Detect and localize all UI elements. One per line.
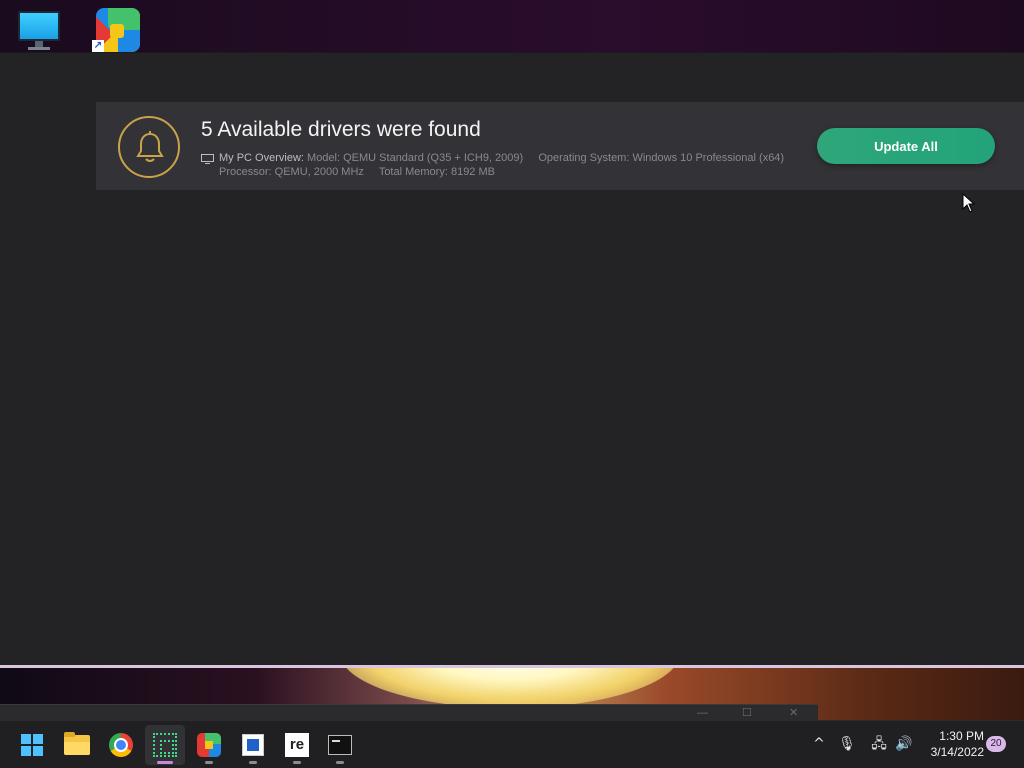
clock[interactable]: 1:30 PM 3/14/2022 [920, 728, 984, 760]
active-indicator [157, 761, 173, 764]
notification-badge[interactable]: 20 [986, 736, 1006, 752]
this-pc-desktop-icon[interactable] [16, 8, 64, 52]
bell-icon [118, 116, 180, 178]
maximize-icon[interactable]: ☐ [742, 708, 752, 719]
taskbar: re ^ 🎙 🖧 🔊 1:30 PM 3/14/2022 20 [0, 720, 1024, 768]
drivers-found-banner: 5 Available drivers were found My PC Ove… [96, 102, 1024, 190]
banner-title: 5 Available drivers were found [201, 118, 481, 141]
clock-date: 3/14/2022 [930, 745, 984, 759]
pc-overview-icon [201, 154, 214, 164]
pc-overview-line-1: My PC Overview: Model: QEMU Standard (Q3… [219, 152, 784, 164]
clock-time: 1:30 PM [939, 729, 984, 743]
volume-icon[interactable]: 🔊 [893, 733, 915, 755]
re-icon: re [285, 733, 309, 757]
taskbar-driver-app[interactable] [189, 725, 229, 765]
os-value: Windows 10 Professional (x64) [632, 152, 785, 164]
terminal-icon [328, 735, 352, 755]
taskbar-terminal[interactable] [320, 725, 360, 765]
memory-label: Total Memory: [378, 166, 448, 178]
memory-value: 8192 MB [450, 166, 495, 178]
running-indicator [293, 761, 301, 764]
running-indicator [249, 761, 257, 764]
start-button[interactable] [12, 725, 52, 765]
microphone-icon[interactable]: 🎙 [836, 733, 858, 755]
colorful-tile-icon [197, 733, 221, 757]
dotted-grid-icon [153, 733, 177, 757]
taskbar-chrome[interactable] [101, 725, 141, 765]
model-value: QEMU Standard (Q35 + ICH9, 2009) [343, 152, 524, 164]
mouse-cursor-icon [962, 193, 976, 213]
monitor-icon [18, 11, 60, 41]
taskbar-re-app[interactable]: re [277, 725, 317, 765]
windows-logo-icon [21, 734, 43, 756]
overview-label: My PC Overview: [219, 152, 304, 164]
pc-overview-line-2: Processor: QEMU, 2000 MHz Total Memory: … [219, 166, 495, 178]
chevron-up-icon[interactable]: ^ [808, 733, 830, 755]
shortcut-arrow-icon: ↗ [92, 40, 104, 52]
close-icon[interactable]: ✕ [789, 708, 798, 719]
processor-label: Processor: [219, 166, 272, 178]
driver-updater-window: 5 Available drivers were found My PC Ove… [0, 53, 1024, 665]
chrome-icon [109, 733, 133, 757]
os-label: Operating System: [538, 152, 630, 164]
running-indicator [336, 761, 344, 764]
taskbar-document-app[interactable] [233, 725, 273, 765]
driver-app-desktop-icon[interactable]: ↗ [92, 8, 140, 52]
document-icon [242, 734, 264, 756]
update-all-button[interactable]: Update All [817, 128, 995, 164]
taskbar-grid-app[interactable] [145, 725, 185, 765]
background-window-titlebar[interactable]: — ☐ ✕ [0, 704, 818, 720]
model-label: Model: [307, 152, 341, 164]
network-icon[interactable]: 🖧 [868, 733, 890, 755]
processor-value: QEMU, 2000 MHz [274, 166, 364, 178]
folder-icon [64, 732, 90, 755]
minimize-icon[interactable]: — [697, 708, 708, 719]
taskbar-file-explorer[interactable] [57, 725, 97, 765]
running-indicator [205, 761, 213, 764]
desktop-background: ↗ [0, 0, 1024, 52]
